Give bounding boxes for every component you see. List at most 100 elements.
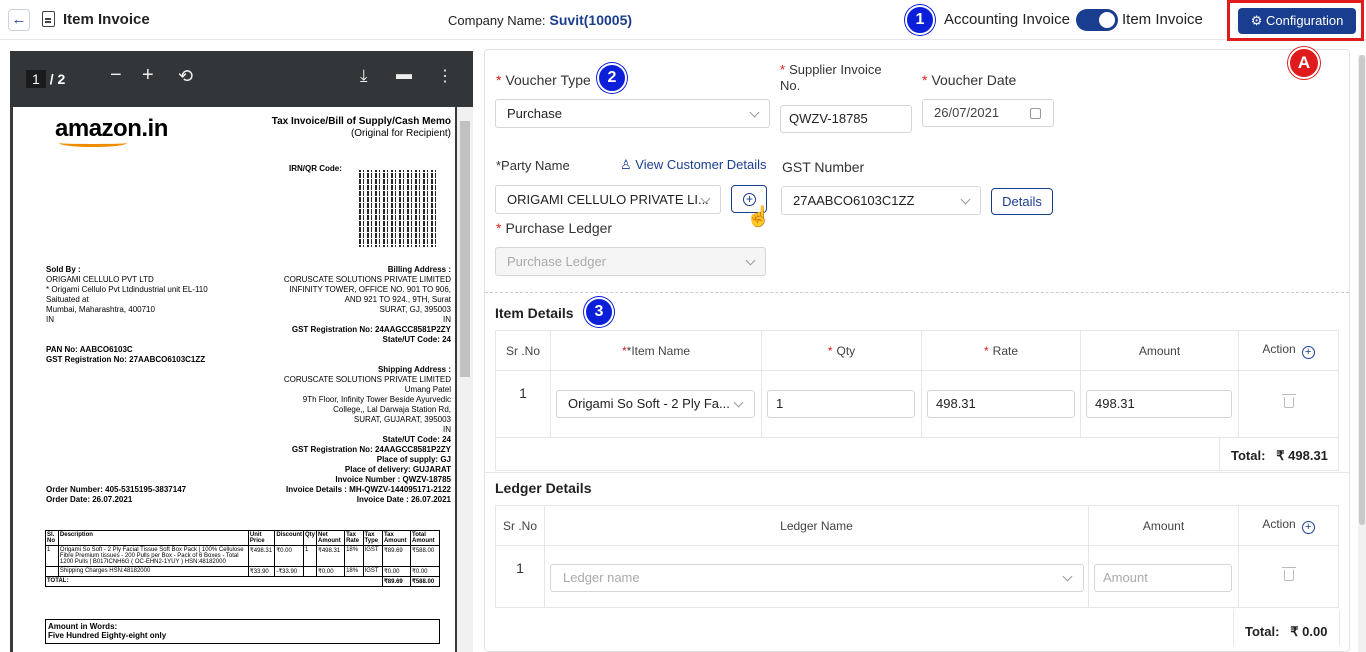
amount-cell: 498.31 <box>1080 370 1239 438</box>
add-ledger-icon[interactable]: + <box>1301 521 1315 534</box>
chevron-down-icon <box>749 107 760 118</box>
download-icon[interactable]: ⤓ <box>360 66 368 86</box>
row-sr-no: 1 <box>495 370 551 438</box>
document-icon <box>42 11 55 27</box>
hand-cursor-icon: ☝ <box>746 206 771 228</box>
action-cell <box>1238 545 1339 608</box>
qr-code <box>359 170 437 247</box>
more-options-icon[interactable]: ⋮ <box>437 66 453 86</box>
configuration-button[interactable]: ⚙ Configuration <box>1238 8 1356 34</box>
col-rate: * Rate <box>921 330 1081 371</box>
ledger-name-cell: Ledger name <box>544 545 1089 608</box>
divider <box>1219 437 1220 470</box>
voucher-type-label: * Voucher Type <box>496 72 591 88</box>
voucher-date-input[interactable]: 26/07/2021 <box>922 99 1054 127</box>
shipping-address-block: Shipping Address : CORUSCATE SOLUTIONS PR… <box>283 365 451 504</box>
col-sr-no: Sr .No <box>495 505 545 546</box>
step-badge-3: 3 <box>584 297 614 327</box>
divider <box>1233 610 1234 646</box>
ledger-name-select[interactable]: Ledger name <box>550 564 1084 592</box>
col-ledger-name: Ledger Name <box>544 505 1089 546</box>
qty-input[interactable]: 1 <box>767 390 915 418</box>
top-bar: ← Item Invoice Company Name: Suvit(10005)… <box>0 0 1366 41</box>
rotate-icon[interactable]: ⟲ <box>178 66 193 87</box>
pdf-viewer: 1 / 2 − + ⟲ ⤓ ▬ ⋮ amazon.in Tax Invoice/… <box>10 51 473 652</box>
step-badge-1: 1 <box>905 5 935 35</box>
col-amount: Amount <box>1088 505 1239 546</box>
purchase-ledger-label: * Purchase Ledger <box>496 220 613 236</box>
supplier-invoice-label: * Supplier Invoice No. <box>780 62 882 93</box>
table-row: 1 Origami So Soft - 2 Ply Fa... 1 498.31… <box>495 370 1339 438</box>
ledger-details-title: Ledger Details <box>495 480 592 496</box>
purchase-ledger-select[interactable]: Purchase Ledger <box>495 247 766 276</box>
item-details-table: Sr .No **Item Name * Qty * Rate Amount Act… <box>495 330 1339 471</box>
divider <box>485 472 1349 473</box>
invoice-items-table: Sl. No Description Unit Price Discount Qty Ne… <box>45 530 440 587</box>
trash-icon[interactable] <box>1281 394 1296 408</box>
table-row: 1 Ledger name Amount <box>495 545 1339 608</box>
invoice-type-toggle[interactable] <box>1076 9 1118 31</box>
item-details-title: Item Details <box>495 305 574 321</box>
gst-details-button[interactable]: Details <box>991 188 1053 215</box>
ledger-details-table: Sr .No Ledger Name Amount Action + 1 Ledg… <box>495 505 1339 608</box>
billing-address-block: Billing Address : CORUSCATE SOLUTIONS PRI… <box>283 265 451 344</box>
calendar-icon <box>1030 108 1041 119</box>
pdf-scrollbar-thumb[interactable] <box>460 121 470 377</box>
add-item-icon[interactable]: + <box>1301 346 1315 359</box>
rate-cell: 498.31 <box>921 370 1081 438</box>
zoom-in-icon[interactable]: + <box>142 64 154 87</box>
company-name: Company Name: Suvit(10005) <box>448 12 632 28</box>
pan-block: PAN No: AABCO6103C GST Registration No: 2… <box>46 345 206 364</box>
col-qty: * Qty <box>761 330 922 371</box>
party-name-label: *Party Name <box>496 158 570 173</box>
step-badge-a: A <box>1288 47 1320 79</box>
step-badge-2: 2 <box>597 63 627 93</box>
company-label: Company Name: <box>448 13 546 28</box>
page-indicator: 1 / 2 <box>26 70 65 88</box>
trash-icon[interactable] <box>1281 566 1296 581</box>
voucher-date-label: * Voucher Date <box>922 72 1017 88</box>
amazon-smile-logo <box>59 139 127 147</box>
irn-label: IRN/QR Code: <box>289 164 342 173</box>
page-scrollbar[interactable] <box>1358 55 1366 652</box>
configuration-highlight: ⚙ Configuration <box>1227 0 1364 41</box>
item-name-select[interactable]: Origami So Soft - 2 Ply Fa... <box>556 390 755 418</box>
voucher-type-select[interactable]: Purchase <box>495 99 770 128</box>
col-action: Action + <box>1238 330 1339 371</box>
toggle-label-accounting: Accounting Invoice <box>944 11 1070 28</box>
row-sr-no: 1 <box>495 545 545 608</box>
chevron-down-icon <box>960 194 971 205</box>
gst-number-label: GST Number <box>782 159 865 175</box>
item-total: Total: ₹ 498.31 <box>1231 448 1328 463</box>
view-customer-details-link[interactable]: ♙ View Customer Details <box>620 157 767 173</box>
page-current-input[interactable]: 1 <box>26 70 46 88</box>
gst-number-select[interactable]: 27AABCO6103C1ZZ <box>781 186 981 215</box>
party-name-select[interactable]: ORIGAMI CELLULO PRIVATE LI... <box>495 185 721 214</box>
invoice-title: Tax Invoice/Bill of Supply/Cash Memo <box>271 116 451 127</box>
print-icon[interactable]: ▬ <box>396 66 412 84</box>
invoice-page: amazon.in Tax Invoice/Bill of Supply/Cas… <box>13 107 455 652</box>
ledger-amount-cell: Amount <box>1088 545 1239 608</box>
divider <box>1339 610 1340 646</box>
page-total: 2 <box>57 71 66 87</box>
back-arrow-icon[interactable]: ← <box>8 9 30 31</box>
page-scrollbar-thumb[interactable] <box>1359 55 1365 525</box>
invoice-subtitle: (Original for Recipient) <box>350 128 451 139</box>
toggle-label-item: Item Invoice <box>1122 11 1203 28</box>
gear-icon: ⚙ <box>1250 13 1266 28</box>
pdf-scrollbar[interactable] <box>457 107 473 652</box>
ledger-amount-input[interactable]: Amount <box>1094 564 1232 592</box>
zoom-out-icon[interactable]: − <box>110 64 122 87</box>
supplier-invoice-input[interactable]: QWZV-18785 <box>780 105 912 133</box>
col-item-name: **Item Name <box>550 330 762 371</box>
rate-input[interactable]: 498.31 <box>927 390 1075 418</box>
action-cell <box>1238 370 1339 438</box>
order-block: Order Number: 405-5315195-3837147 Order D… <box>46 485 187 504</box>
page-title: Item Invoice <box>63 11 150 28</box>
col-sr-no: Sr .No <box>495 330 551 371</box>
qty-cell: 1 <box>761 370 922 438</box>
amount-in-words: Amount in Words: Five Hundred Eighty-eigh… <box>45 619 440 644</box>
amount-input[interactable]: 498.31 <box>1086 390 1232 418</box>
chevron-down-icon <box>745 255 756 266</box>
user-icon: ♙ <box>620 157 636 172</box>
